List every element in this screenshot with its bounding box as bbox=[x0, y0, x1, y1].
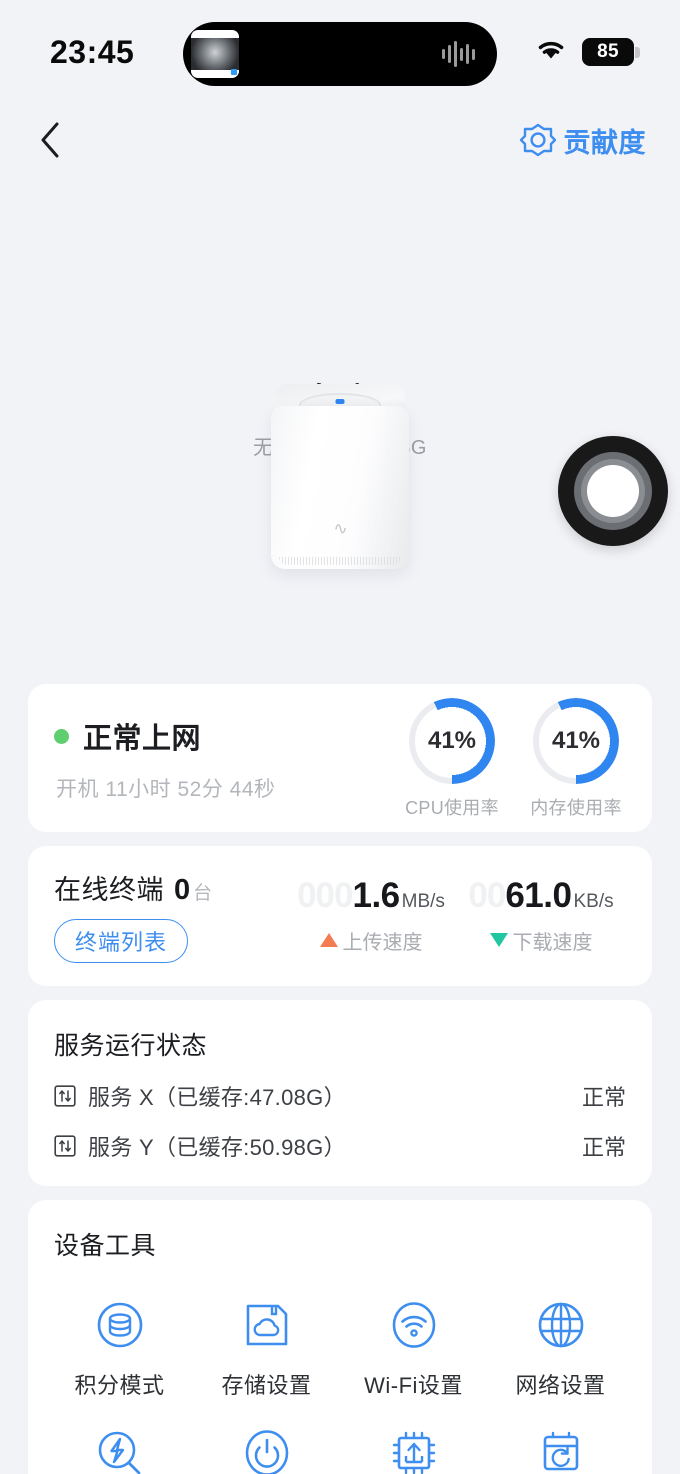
uptime-label: 开机 11小时 52分 44秒 bbox=[56, 778, 276, 801]
nav-bar: 贡献度 bbox=[0, 104, 680, 176]
status-bar-clock: 23:45 bbox=[50, 33, 135, 70]
battery-indicator: 85 bbox=[582, 38, 640, 66]
wifi-icon bbox=[534, 37, 568, 68]
online-terminals-unit: 台 bbox=[193, 882, 213, 904]
battery-percent: 85 bbox=[597, 41, 619, 62]
service-status-title: 服务运行状态 bbox=[54, 1032, 208, 1060]
speed-stats: 000 1.6 MB/s 上传速度 00 61.0 KB/s 下载速度 bbox=[286, 876, 626, 955]
service-row[interactable]: 服务 Y（已缓存:50.98G） 正常 bbox=[54, 1130, 626, 1162]
upload-speed-value: 1.6 bbox=[352, 875, 400, 915]
device-tools-grid: 积分模式 存储设置 Wi-Fi设置 网络设置 bbox=[46, 1284, 634, 1474]
memory-gauge-value: 41% bbox=[551, 727, 601, 754]
tool-reboot-schedule[interactable]: 重启计划 bbox=[487, 1412, 634, 1474]
back-chevron-icon bbox=[41, 122, 59, 158]
dynamic-island[interactable] bbox=[183, 22, 497, 86]
download-speed-unit: KB/s bbox=[573, 890, 614, 912]
tool-label: 积分模式 bbox=[74, 1373, 165, 1398]
back-button[interactable] bbox=[28, 118, 72, 162]
network-status-card: 正常上网 开机 11小时 52分 44秒 41% CPU使用率 41% 内存使用 bbox=[28, 684, 652, 832]
triangle-down-icon bbox=[489, 933, 508, 947]
now-playing-artwork bbox=[191, 30, 239, 78]
chip-upgrade-icon bbox=[385, 1424, 443, 1474]
tool-wifi-settings[interactable]: Wi-Fi设置 bbox=[340, 1284, 487, 1406]
tool-firmware-upgrade[interactable]: 固件升级 bbox=[340, 1412, 487, 1474]
contribution-label: 贡献度 bbox=[563, 127, 646, 158]
tool-storage-settings[interactable]: 存储设置 bbox=[193, 1284, 340, 1406]
data-transfer-icon bbox=[54, 1135, 76, 1157]
app-screen: 23:45 85 贡献度 ∿ 正常上网 开机 11小时 52分 44秒 41% … bbox=[0, 0, 680, 1474]
service-state: 正常 bbox=[581, 1085, 626, 1110]
download-speed-value: 61.0 bbox=[505, 875, 572, 915]
tool-one-click-check[interactable]: 一键检测 bbox=[46, 1412, 193, 1474]
terminals-summary: 在线终端 0 台 终端列表 bbox=[54, 868, 286, 963]
service-name: 服务 X（已缓存:47.08G） bbox=[88, 1085, 346, 1110]
cpu-gauge-value: 41% bbox=[427, 727, 477, 754]
upload-speed-unit: MB/s bbox=[401, 890, 445, 912]
download-speed: 00 61.0 KB/s 下载速度 bbox=[456, 876, 626, 955]
tool-network-settings[interactable]: 网络设置 bbox=[487, 1284, 634, 1406]
service-row[interactable]: 服务 X（已缓存:47.08G） 正常 bbox=[54, 1080, 626, 1112]
globe-icon bbox=[532, 1296, 590, 1354]
device-hero: ∿ 鲁班 无线宝尊享版128G bbox=[0, 374, 680, 684]
tool-label: 存储设置 bbox=[221, 1373, 312, 1398]
network-status-label: 正常上网 bbox=[83, 723, 202, 755]
upload-speed: 000 1.6 MB/s 上传速度 bbox=[286, 876, 456, 955]
service-status-card: 服务运行状态 服务 X（已缓存:47.08G） 正常 服务 Y（已缓存:50.9… bbox=[28, 1000, 652, 1186]
status-bar-indicators: 85 bbox=[534, 37, 640, 68]
tool-points-mode[interactable]: 积分模式 bbox=[46, 1284, 193, 1406]
download-speed-padding: 00 bbox=[468, 875, 506, 915]
cpu-gauge-label: CPU使用率 bbox=[405, 798, 499, 818]
contribution-badge-icon bbox=[519, 123, 556, 157]
network-status-text: 正常上网 开机 11小时 52分 44秒 bbox=[54, 715, 402, 803]
device-image: ∿ bbox=[271, 384, 409, 569]
storage-save-icon bbox=[238, 1296, 296, 1354]
device-tools-title: 设备工具 bbox=[54, 1232, 157, 1260]
download-speed-caption: 下载速度 bbox=[512, 931, 593, 954]
cpu-gauge: 41% CPU使用率 bbox=[402, 698, 502, 820]
tool-label: 网络设置 bbox=[515, 1373, 606, 1398]
device-tools-card: 设备工具 积分模式 存储设置 Wi-Fi设置 网络设置 bbox=[28, 1200, 652, 1474]
usage-gauges: 41% CPU使用率 41% 内存使用率 bbox=[402, 698, 626, 820]
memory-gauge: 41% 内存使用率 bbox=[526, 698, 626, 820]
coins-stack-icon bbox=[91, 1296, 149, 1354]
wifi-circle-icon bbox=[385, 1296, 443, 1354]
online-terminals-count: 0 bbox=[174, 873, 191, 906]
diagnose-lightning-icon bbox=[91, 1424, 149, 1474]
audio-waveform-icon bbox=[442, 41, 475, 67]
triangle-up-icon bbox=[319, 933, 338, 947]
service-name: 服务 Y（已缓存:50.98G） bbox=[88, 1135, 346, 1160]
upload-speed-caption: 上传速度 bbox=[342, 931, 423, 954]
contribution-link[interactable]: 贡献度 bbox=[519, 121, 647, 160]
data-transfer-icon bbox=[54, 1085, 76, 1107]
memory-gauge-label: 内存使用率 bbox=[530, 798, 622, 818]
terminals-card: 在线终端 0 台 终端列表 000 1.6 MB/s 上传速度 00 61.0 … bbox=[28, 846, 652, 986]
power-icon bbox=[238, 1424, 296, 1474]
terminal-list-button[interactable]: 终端列表 bbox=[54, 918, 189, 963]
upload-speed-padding: 000 bbox=[297, 875, 353, 915]
tool-reboot-device[interactable]: 重启设备 bbox=[193, 1412, 340, 1474]
tool-label: Wi-Fi设置 bbox=[364, 1373, 463, 1398]
service-state: 正常 bbox=[581, 1135, 626, 1160]
online-terminals-label: 在线终端 bbox=[54, 874, 164, 905]
calendar-refresh-icon bbox=[532, 1424, 590, 1474]
status-bar: 23:45 85 bbox=[0, 0, 680, 104]
status-indicator-dot bbox=[54, 728, 69, 744]
secondary-device-image[interactable] bbox=[558, 436, 668, 546]
